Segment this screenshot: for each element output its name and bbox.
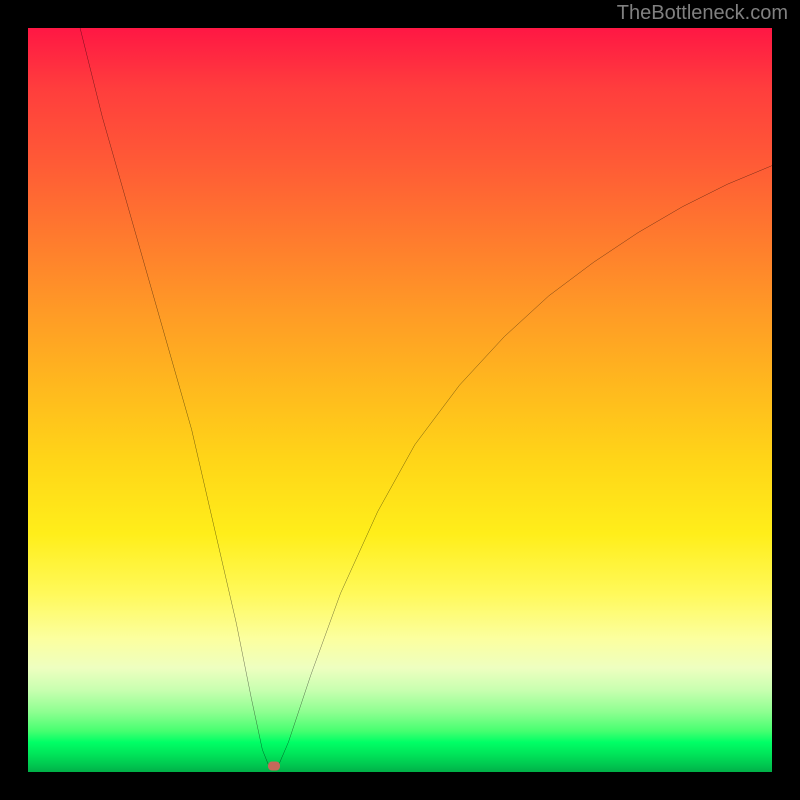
watermark-text: TheBottleneck.com <box>617 2 788 25</box>
optimal-point-marker <box>268 762 280 771</box>
curve-path <box>80 28 772 768</box>
bottleneck-curve <box>28 28 772 772</box>
chart-plot-area <box>28 28 772 772</box>
